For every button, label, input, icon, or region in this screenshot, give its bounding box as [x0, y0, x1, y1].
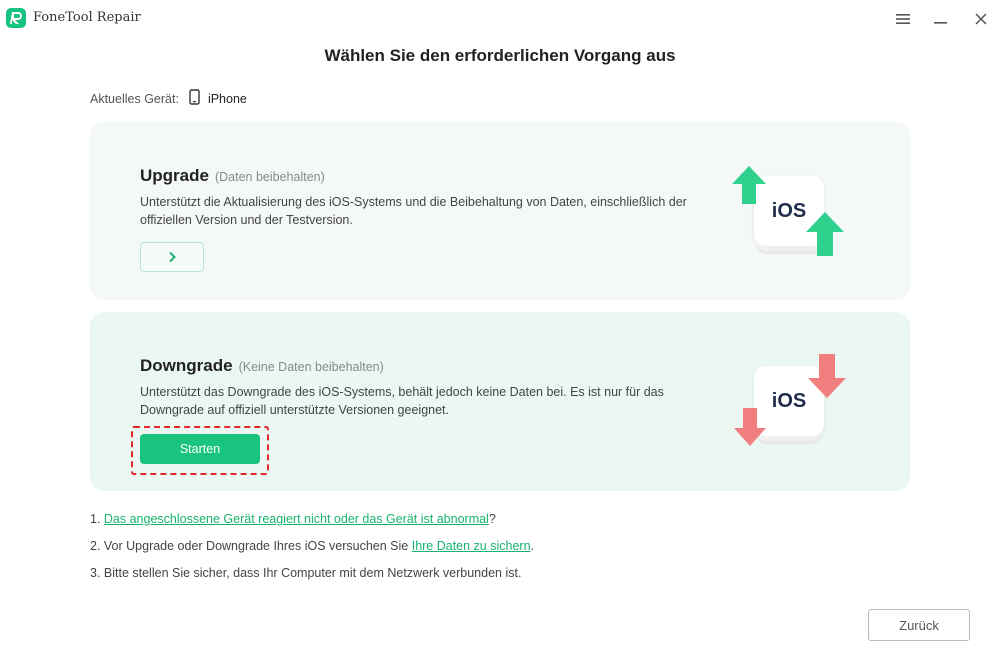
device-abnormal-link[interactable]: Das angeschlossene Gerät reagiert nicht …	[104, 512, 489, 526]
downgrade-card[interactable]: Downgrade (Keine Daten beibehalten) Unter…	[90, 312, 910, 491]
back-button[interactable]: Zurück	[868, 609, 970, 641]
page-title: Wählen Sie den erforderlichen Vorgang au…	[324, 46, 676, 65]
note-2-suffix: .	[530, 539, 535, 553]
downgrade-subtitle: (Keine Daten beibehalten)	[238, 360, 384, 374]
app-logo-icon	[6, 8, 26, 28]
backup-data-link[interactable]: Ihre Daten zu sichern	[412, 539, 531, 553]
arrow-up-icon	[732, 166, 766, 204]
ios-upgrade-graphic: iOS	[730, 162, 860, 282]
note-2-prefix: 2. Vor Upgrade oder Downgrade Ihres iOS …	[90, 539, 412, 553]
note-2: 2. Vor Upgrade oder Downgrade Ihres iOS …	[90, 537, 534, 555]
upgrade-title: Upgrade (Daten beibehalten)	[140, 166, 325, 186]
upgrade-next-button[interactable]	[140, 242, 204, 272]
device-label: Aktuelles Gerät:	[90, 91, 179, 106]
note-1: 1. Das angeschlossene Gerät reagiert nic…	[90, 510, 534, 528]
phone-icon	[189, 89, 200, 108]
note-1-prefix: 1.	[90, 512, 104, 526]
upgrade-subtitle: (Daten beibehalten)	[214, 170, 325, 184]
upgrade-title-text: Upgrade	[140, 166, 209, 185]
note-3: 3. Bitte stellen Sie sicher, dass Ihr Co…	[90, 566, 522, 580]
downgrade-title-text: Downgrade	[140, 356, 233, 375]
menu-icon[interactable]	[891, 8, 915, 30]
arrow-down-icon	[808, 354, 846, 398]
upgrade-description: Unterstützt die Aktualisierung des iOS-S…	[140, 195, 687, 227]
chevron-right-icon	[169, 251, 176, 263]
minimize-icon[interactable]	[929, 8, 953, 30]
downgrade-title: Downgrade (Keine Daten beibehalten)	[140, 356, 384, 376]
note-1-suffix: ?	[488, 512, 496, 526]
ios-downgrade-graphic: iOS	[730, 352, 860, 472]
upgrade-card[interactable]: Upgrade (Daten beibehalten) Unterstützt d…	[90, 122, 910, 300]
downgrade-description: Unterstützt das Downgrade des iOS-System…	[140, 385, 664, 417]
arrow-up-icon	[806, 212, 844, 256]
start-button[interactable]: Starten	[140, 434, 260, 464]
app-title: FoneTool Repair	[33, 10, 141, 25]
notes-list: 1. Das angeschlossene Gerät reagiert nic…	[90, 510, 534, 591]
current-device: Aktuelles Gerät: iPhone	[90, 89, 247, 108]
close-icon[interactable]	[969, 8, 993, 30]
title-bar: FoneTool Repair	[0, 0, 1000, 38]
device-name: iPhone	[207, 91, 247, 106]
arrow-down-icon	[734, 408, 766, 446]
